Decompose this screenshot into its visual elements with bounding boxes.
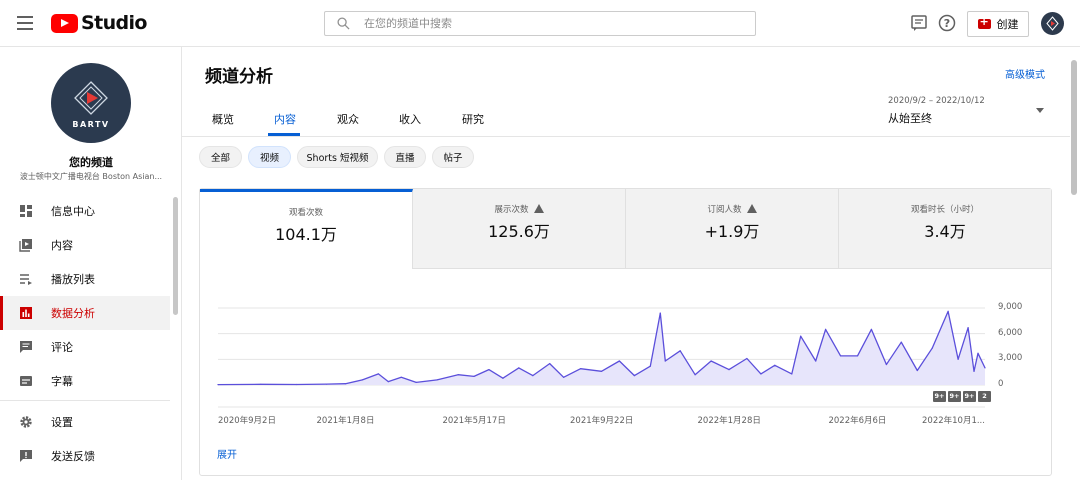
video-marker-badge[interactable]: 2 bbox=[978, 391, 991, 402]
data-point bbox=[694, 374, 696, 376]
data-point bbox=[326, 383, 328, 385]
data-point bbox=[532, 375, 534, 377]
data-point bbox=[825, 328, 827, 330]
data-point bbox=[977, 352, 979, 354]
video-marker-badge[interactable]: 9+ bbox=[948, 391, 961, 402]
data-point bbox=[760, 373, 762, 375]
data-point bbox=[344, 383, 347, 385]
data-point bbox=[900, 341, 902, 343]
data-point bbox=[633, 375, 636, 377]
data-point bbox=[436, 379, 438, 381]
data-point bbox=[518, 367, 520, 369]
data-point bbox=[800, 335, 802, 337]
data-point bbox=[502, 377, 504, 379]
data-point bbox=[957, 358, 959, 360]
data-point bbox=[457, 374, 459, 376]
x-tick-label: 2020年9月2日 bbox=[218, 416, 276, 426]
data-point bbox=[664, 360, 666, 362]
data-point bbox=[931, 347, 933, 349]
data-point bbox=[296, 383, 298, 386]
x-tick-label: 2022年6月6日 bbox=[828, 416, 887, 426]
data-point bbox=[746, 357, 748, 360]
data-point bbox=[679, 350, 681, 352]
data-point bbox=[774, 364, 776, 366]
data-point bbox=[815, 360, 817, 362]
y-tick-label: 3,000 bbox=[998, 353, 1023, 364]
y-tick-label: 6,000 bbox=[998, 327, 1023, 338]
data-point bbox=[260, 383, 262, 385]
data-point bbox=[791, 373, 793, 375]
data-point bbox=[473, 375, 475, 377]
data-point bbox=[400, 376, 402, 378]
data-point bbox=[549, 363, 551, 365]
data-point bbox=[415, 381, 417, 383]
x-tick-label: 2021年1月8日 bbox=[316, 416, 375, 426]
data-point bbox=[488, 369, 490, 371]
x-tick-label: 2022年10月1... bbox=[922, 416, 985, 426]
data-point bbox=[728, 369, 730, 371]
data-point bbox=[659, 312, 661, 314]
data-point bbox=[947, 310, 949, 312]
data-point bbox=[984, 367, 986, 369]
data-point bbox=[967, 327, 969, 329]
y-tick-label: 0 bbox=[998, 379, 1004, 389]
video-marker-badge[interactable]: 9+ bbox=[933, 391, 946, 402]
data-point bbox=[361, 379, 363, 381]
data-point bbox=[377, 373, 379, 375]
data-point bbox=[580, 368, 582, 370]
data-point bbox=[600, 370, 603, 372]
data-point bbox=[387, 381, 389, 383]
y-tick-label: 9,000 bbox=[998, 302, 1023, 312]
x-tick-label: 2022年1月28日 bbox=[697, 416, 761, 426]
data-point bbox=[649, 365, 651, 367]
expand-link[interactable]: 展开 bbox=[217, 446, 237, 461]
video-marker-badge[interactable]: 9+ bbox=[963, 391, 976, 402]
data-point bbox=[916, 369, 918, 372]
data-point bbox=[973, 370, 975, 372]
data-point bbox=[563, 376, 565, 378]
data-point bbox=[840, 355, 842, 357]
x-tick-label: 2021年5月17日 bbox=[442, 416, 506, 426]
data-point bbox=[856, 355, 859, 357]
data-point bbox=[710, 360, 712, 362]
views-chart[interactable] bbox=[0, 0, 1080, 480]
x-tick-label: 2021年9月22日 bbox=[570, 416, 634, 426]
data-point bbox=[870, 328, 873, 330]
data-point bbox=[217, 384, 219, 386]
data-point bbox=[618, 360, 621, 362]
data-point bbox=[885, 363, 888, 366]
views-area bbox=[218, 311, 985, 385]
